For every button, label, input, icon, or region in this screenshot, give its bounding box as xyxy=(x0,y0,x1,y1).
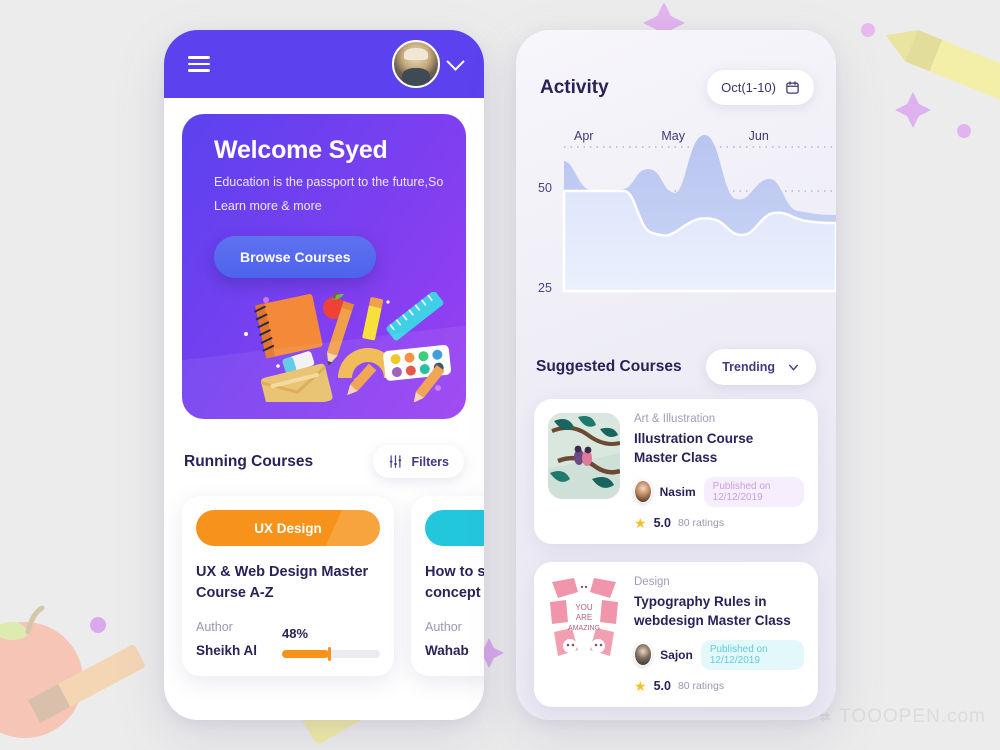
author-label: Author xyxy=(425,620,462,635)
course-card[interactable]: How to sketch your concept Author Wahab xyxy=(411,496,484,677)
course-category: Art & Illustration xyxy=(634,413,716,425)
screenshot-stage: TOOOPEN.com Welcome Syed Education is th… xyxy=(0,0,1000,750)
chevron-down-icon xyxy=(789,364,798,370)
app-bar xyxy=(164,30,484,98)
progress-fill xyxy=(282,650,330,659)
course-title: How to sketch your concept xyxy=(425,564,484,602)
course-title-line2: Master Class xyxy=(634,449,718,465)
progress-label: 48% xyxy=(282,626,309,642)
published-badge: Published on 12/12/2019 xyxy=(700,639,804,670)
avatar[interactable] xyxy=(392,40,440,88)
browse-courses-button[interactable]: Browse Courses xyxy=(214,236,377,278)
hamburger-icon[interactable] xyxy=(188,52,210,76)
filter-sliders-icon xyxy=(390,455,402,468)
svg-text:YOU: YOU xyxy=(575,603,593,612)
profile-menu[interactable] xyxy=(392,40,465,88)
course-category: Design xyxy=(634,575,670,588)
left-phone-mockup: Welcome Syed Education is the passport t… xyxy=(164,30,484,720)
running-courses-header: Running Courses Filters xyxy=(164,445,484,478)
course-thumbnail xyxy=(548,413,620,499)
published-badge: Published on 12/12/2019 xyxy=(703,476,804,507)
suggested-course-card[interactable]: Art & Illustration Illustration Course M… xyxy=(534,399,818,544)
suggested-course-card[interactable]: YOU ARE AMAZING Design Typography Rules … xyxy=(534,561,818,707)
school-supplies-illustration xyxy=(244,292,451,402)
date-range-label: Oct(1-10) xyxy=(721,80,776,95)
course-thumbnail: YOU ARE AMAZING xyxy=(548,575,620,662)
activity-title: Activity xyxy=(540,76,609,98)
trending-label: Trending xyxy=(722,360,775,374)
right-phone-mockup: Activity Oct(1-10) 50 25 Apr May Jun Sug… xyxy=(516,30,836,720)
progress-bar xyxy=(282,647,380,662)
star-icon: ★ xyxy=(634,677,647,694)
date-range-selector[interactable]: Oct(1-10) xyxy=(707,70,814,105)
course-tag: UX Design xyxy=(196,510,380,546)
trending-sort-button[interactable]: Trending xyxy=(706,349,816,385)
activity-header: Activity Oct(1-10) xyxy=(516,30,836,105)
calendar-icon xyxy=(786,81,799,94)
ratings-count: 80 ratings xyxy=(677,679,725,692)
rating-row: ★ 5.0 80 ratings xyxy=(634,516,804,530)
progress-knob xyxy=(328,647,331,662)
rating-row: ★ 5.0 80 ratings xyxy=(634,679,804,693)
deco-dot xyxy=(861,23,875,37)
suggested-courses-title: Suggested Courses xyxy=(536,358,682,375)
suggested-courses-header: Suggested Courses Trending xyxy=(516,349,836,385)
course-info: Design Typography Rules in webdesign Mas… xyxy=(634,576,804,693)
course-meta: Author Sheikh Al 48% xyxy=(196,620,380,662)
activity-chart: 50 25 Apr May Jun xyxy=(516,129,836,339)
course-meta: Author Wahab xyxy=(425,620,484,658)
author-row: Nasim Published on 12/12/2019 xyxy=(634,476,804,507)
course-card[interactable]: UX Design UX & Web Design Master Course … xyxy=(182,496,394,677)
course-title: UX & Web Design Master Course A-Z xyxy=(196,564,369,602)
star-icon: ★ xyxy=(634,514,647,531)
deco-dot xyxy=(90,617,106,633)
running-courses-title: Running Courses xyxy=(184,452,314,470)
author-name: Sheikh Al xyxy=(196,643,258,659)
ratings-count: 80 ratings xyxy=(677,516,725,529)
author-avatar xyxy=(634,480,652,504)
page-title: Welcome Syed xyxy=(214,136,388,164)
author-name: Sajon xyxy=(660,647,693,662)
course-title-line1: Illustration Course xyxy=(634,431,754,446)
illustration-you-are-amazing: YOU ARE AMAZING xyxy=(548,575,620,662)
svg-text:AMAZING: AMAZING xyxy=(568,625,600,632)
filters-label: Filters xyxy=(411,454,449,469)
deco-dot xyxy=(957,124,971,138)
author-avatar xyxy=(634,643,653,667)
rating-value: 5.0 xyxy=(653,678,671,693)
watermark: TOOOPEN.com xyxy=(816,706,986,728)
chevron-down-icon[interactable] xyxy=(446,51,465,71)
course-title-line2: webdesign Master Class xyxy=(634,612,791,628)
running-courses-list[interactable]: UX Design UX & Web Design Master Course … xyxy=(164,478,484,677)
svg-text:ARE: ARE xyxy=(576,613,592,622)
activity-chart-svg xyxy=(562,134,836,293)
author-name: Wahab xyxy=(425,643,469,659)
course-info: Art & Illustration Illustration Course M… xyxy=(634,413,804,530)
course-tag xyxy=(425,510,484,546)
watermark-text: TOOOPEN.com xyxy=(839,706,986,727)
course-title-line1: Typography Rules in xyxy=(634,593,767,609)
welcome-card: Welcome Syed Education is the passport t… xyxy=(182,114,466,419)
background-decorations xyxy=(0,2,1000,744)
author-name: Nasim xyxy=(659,484,696,499)
illustration-bird-branch xyxy=(548,413,620,499)
author-row: Sajon Published on 12/12/2019 xyxy=(634,639,804,670)
rating-value: 5.0 xyxy=(653,515,671,530)
filters-button[interactable]: Filters xyxy=(373,445,464,478)
welcome-subtitle-line2: Learn more & more xyxy=(214,198,322,213)
welcome-subtitle-line1: Education is the passport to the future,… xyxy=(214,175,444,189)
author-label: Author xyxy=(196,620,233,635)
